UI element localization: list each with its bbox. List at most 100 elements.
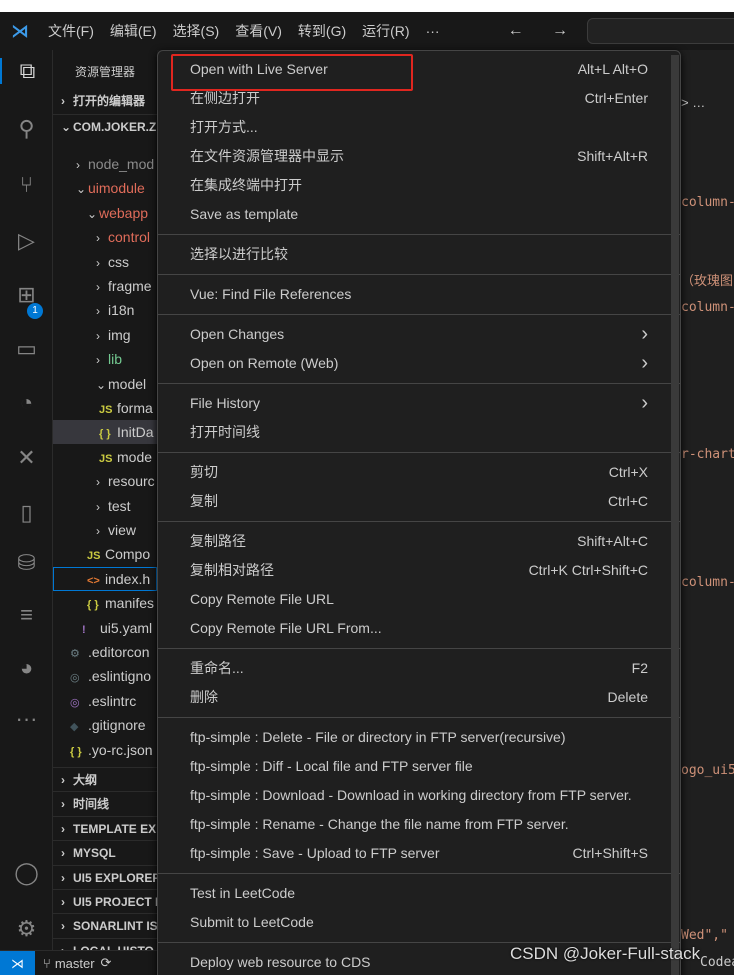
sidebar-section[interactable]: › TEMPLATE EX [53,815,157,840]
tree-item[interactable]: › node_mod [53,152,157,176]
tree-item[interactable]: { } InitDa [53,420,157,445]
code-line: r-chart [681,447,734,462]
tree-item[interactable]: › css [53,250,157,274]
open-editors-section[interactable]: › 打开的编辑器 [53,89,157,113]
menu-item[interactable]: 重命名... F2 [158,654,680,683]
menu-item[interactable]: 删除 Delete [158,683,680,712]
tree-item[interactable]: ◆ .gitignore [53,713,157,737]
code-line: > … [681,95,706,110]
tree-item[interactable]: JS forma [53,396,157,420]
tree-item[interactable]: ◎ .eslintrc [53,689,157,713]
menu-item-label: 打开时间线 [190,424,260,440]
tree-item[interactable]: ⌄ model [53,372,157,396]
tree-item[interactable]: JS Compo [53,542,157,566]
sidebar-section[interactable]: › 大纲 [53,767,157,791]
vscode-logo-icon: ⋊ [11,20,29,41]
tree-item[interactable]: › img [53,323,157,347]
tree-item[interactable]: ! ui5.yaml [53,616,157,640]
file-type-icon: ! [82,623,86,636]
sidebar-section[interactable]: › UI5 PROJECT I [53,889,157,913]
menu-item[interactable]: ftp-simple : Save - Upload to FTP server… [158,839,680,868]
chevron-icon: › [96,328,100,343]
tree-item[interactable]: { } .yo-rc.json [53,738,157,762]
menu-item[interactable]: 选择以进行比较 [158,240,680,269]
menu-item[interactable]: 运行(R) [354,23,417,39]
menu-item[interactable]: 打开方式... [158,113,680,142]
menu-item[interactable]: 文件(F) [40,23,102,39]
sidebar-section[interactable]: ›LOCAL HISTO [53,937,157,950]
command-center-search[interactable] [587,18,734,44]
sidebar-section[interactable]: › MYSQL [53,840,157,864]
remote-icon[interactable]: ⋊ [0,950,35,975]
sync-icon[interactable]: ⟳ [101,955,112,971]
menu-item[interactable]: 编辑(E) [102,23,165,39]
menu-item[interactable]: Test in LeetCode [158,879,680,908]
nav-arrows[interactable]: ← → [508,22,580,40]
tree-item[interactable]: › lib [53,347,157,371]
menu-item[interactable]: 复制相对路径 Ctrl+K Ctrl+Shift+C [158,556,680,585]
tree-item[interactable]: › control [53,225,157,249]
tree-item[interactable]: › view [53,518,157,542]
settings-icon[interactable]: ⚙ [0,916,53,942]
menu-item[interactable]: Copy Remote File URL From... [158,614,680,643]
remote-explorer-icon[interactable]: ▭ [0,336,53,362]
files-icon[interactable]: ⧉ [0,58,53,84]
more-icon[interactable]: ··· [0,706,53,732]
git-graph-icon[interactable]: ◔ [0,390,53,416]
menu-item[interactable]: Open with Live Server Alt+L Alt+O [158,54,680,91]
menu-item[interactable]: ··· [418,23,448,39]
menu-item[interactable]: ftp-simple : Delete - File or directory … [158,723,680,752]
menu-item[interactable]: 查看(V) [227,23,290,39]
tree-item[interactable]: › i18n [53,298,157,322]
menu-item[interactable]: 在文件资源管理器中显示 Shift+Alt+R [158,142,680,171]
menu-item[interactable]: 打开时间线 [158,418,680,447]
tree-item[interactable]: ◎ .eslintigno [53,664,157,688]
menu-item[interactable]: ftp-simple : Download - Download in work… [158,781,680,810]
menu-item[interactable]: Vue: Find File References [158,280,680,309]
menu-item[interactable]: ftp-simple : Rename - Change the file na… [158,810,680,839]
bookmark-icon[interactable]: ▯ [0,500,53,526]
tree-item[interactable]: JS mode [53,445,157,469]
source-control-icon[interactable]: ⑂ [0,172,53,198]
extensions-icon[interactable]: ⊞ [0,282,53,308]
tree-item[interactable]: › fragme [53,274,157,298]
menu-item[interactable]: ftp-simple : Diff - Local file and FTP s… [158,752,680,781]
menu-item[interactable]: 剪切 Ctrl+X [158,458,680,487]
sidebar-section[interactable]: › SONARLINT IS [53,913,157,937]
tree-item[interactable]: ⌄ uimodule [53,176,157,200]
chevron-icon: ⌄ [96,377,107,392]
run-debug-icon[interactable]: ▷ [0,228,53,254]
menu-item-label: Open Changes [190,326,285,342]
tree-item[interactable]: › resourc [53,469,157,493]
tree-item[interactable]: ⚙ .editorcon [53,640,157,664]
menu-item[interactable]: Open on Remote (Web) › [158,349,680,378]
project-section[interactable]: ⌄ COM.JOKER.Z [53,114,157,138]
menu-item[interactable]: Open Changes › [158,320,680,349]
menu-item[interactable]: Submit to LeetCode [158,908,680,937]
menu-item[interactable]: Save as template [158,200,680,229]
sonar-icon[interactable]: ◕ [0,655,53,681]
menu-item[interactable]: 复制 Ctrl+C [158,487,680,516]
menu-item[interactable]: 在集成终端中打开 [158,171,680,200]
menu-item[interactable]: Copy Remote File URL [158,585,680,614]
sidebar-section[interactable]: › 时间线 [53,791,157,815]
sql-icon[interactable]: ≡ [0,602,53,628]
editor-area[interactable]: > … column- （玫瑰图 column-r-chart column-ogo_u… [680,50,734,975]
menu-item[interactable]: 转到(G) [290,23,354,39]
database-icon[interactable]: ⛁ [0,550,53,576]
menu-item[interactable]: 选择(S) [165,23,228,39]
menu-item-label: 复制 [190,493,218,509]
menu-item[interactable]: 在侧边打开 Ctrl+Enter [158,84,680,113]
tree-item[interactable]: ⌄ webapp [53,201,157,225]
account-icon[interactable]: ◯ [0,860,53,886]
tools-icon[interactable]: ✕ [0,445,53,471]
branch-name[interactable]: master [55,956,95,971]
tree-item[interactable]: <> index.h [53,566,157,591]
tree-item[interactable]: { } manifes [53,591,157,615]
tree-item[interactable]: › test [53,494,157,518]
search-icon[interactable]: ⚲ [0,116,53,142]
sidebar-section[interactable]: › UI5 EXPLORER [53,864,157,889]
tree-item-label: Compo [105,546,151,563]
menu-item[interactable]: 复制路径 Shift+Alt+C [158,527,680,556]
menu-item[interactable]: File History › [158,389,680,418]
